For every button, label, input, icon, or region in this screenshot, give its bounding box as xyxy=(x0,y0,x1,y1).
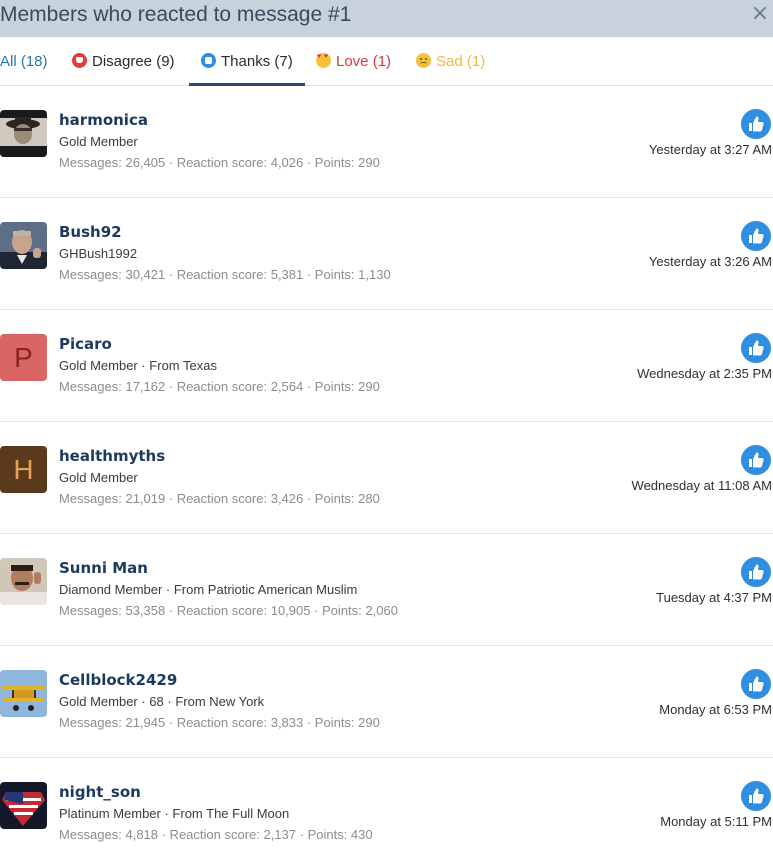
user-stats: Messages: 17,162 · Reaction score: 2,564… xyxy=(59,379,380,394)
tab-thanks-label: Thanks (7) xyxy=(221,53,293,70)
user-stats: Messages: 21,019 · Reaction score: 3,426… xyxy=(59,491,380,506)
thumbs-up-icon xyxy=(741,669,771,699)
user-stats: Messages: 53,358 · Reaction score: 10,90… xyxy=(59,603,398,618)
avatar[interactable] xyxy=(0,670,47,717)
thumbs-up-icon xyxy=(741,221,771,251)
username[interactable]: night_son xyxy=(59,782,141,802)
list-item: Cellblock2429 Gold Member · 68 · From Ne… xyxy=(0,646,773,758)
reaction-tabs: All (18) Disagree (9) Thanks (7) Love (1… xyxy=(0,37,773,86)
member-list: harmonica Gold Member Messages: 26,405 ·… xyxy=(0,86,773,850)
thumbs-up-icon xyxy=(741,109,771,139)
avatar[interactable] xyxy=(0,782,47,829)
reaction-time: Yesterday at 3:26 AM xyxy=(648,254,772,269)
tab-sad-label: Sad (1) xyxy=(436,53,486,70)
user-stats: Messages: 21,945 · Reaction score: 3,833… xyxy=(59,715,380,730)
user-title: Diamond Member · From Patriotic American… xyxy=(59,582,358,597)
user-stats: Messages: 26,405 · Reaction score: 4,026… xyxy=(59,155,380,170)
dialog-title: Members who reacted to message #1 xyxy=(0,3,352,26)
list-item: P Picaro Gold Member · From Texas Messag… xyxy=(0,310,773,422)
tab-disagree-label: Disagree (9) xyxy=(92,53,175,70)
avatar-photo-cowboy-icon xyxy=(0,110,47,157)
reaction-time: Wednesday at 2:35 PM xyxy=(637,366,772,381)
avatar-photo-portrait-icon xyxy=(0,222,47,269)
user-title: Gold Member xyxy=(59,470,138,485)
thanks-icon xyxy=(201,53,216,68)
avatar[interactable]: P xyxy=(0,334,47,381)
avatar[interactable] xyxy=(0,110,47,157)
username[interactable]: Bush92 xyxy=(59,222,122,242)
avatar-letter: P xyxy=(14,342,33,373)
tab-love-label: Love (1) xyxy=(336,53,392,70)
list-item: Bush92 GHBush1992 Messages: 30,421 · Rea… xyxy=(0,198,773,310)
tab-love[interactable]: Love (1) xyxy=(316,37,391,86)
reaction-time: Monday at 5:11 PM xyxy=(660,814,772,829)
avatar[interactable] xyxy=(0,222,47,269)
avatar-photo-man-icon xyxy=(0,558,47,605)
user-title: Gold Member xyxy=(59,134,138,149)
username[interactable]: Picaro xyxy=(59,334,112,354)
list-item: H healthmyths Gold Member Messages: 21,0… xyxy=(0,422,773,534)
avatar-letter: H xyxy=(13,454,34,485)
reaction-time: Monday at 6:53 PM xyxy=(659,702,772,717)
user-stats: Messages: 4,818 · Reaction score: 2,137 … xyxy=(59,827,373,842)
username[interactable]: Cellblock2429 xyxy=(59,670,177,690)
username[interactable]: Sunni Man xyxy=(59,558,148,578)
avatar-flag-emblem-icon xyxy=(0,782,47,829)
username[interactable]: harmonica xyxy=(59,110,148,130)
tab-all[interactable]: All (18) xyxy=(0,37,48,86)
avatar[interactable] xyxy=(0,558,47,605)
reaction-time: Yesterday at 3:27 AM xyxy=(648,142,772,157)
user-title: GHBush1992 xyxy=(59,246,138,261)
tab-all-label: All (18) xyxy=(0,53,48,70)
reaction-time: Tuesday at 4:37 PM xyxy=(656,590,772,605)
list-item: harmonica Gold Member Messages: 26,405 ·… xyxy=(0,86,773,198)
reaction-time: Wednesday at 11:08 AM xyxy=(631,478,772,493)
list-item: night_son Platinum Member · From The Ful… xyxy=(0,758,773,850)
user-title: Gold Member · From Texas xyxy=(59,358,217,373)
tab-sad[interactable]: Sad (1) xyxy=(416,37,485,86)
close-icon[interactable]: × xyxy=(749,1,771,27)
avatar-photo-biplane-icon xyxy=(0,670,47,717)
disagree-icon xyxy=(72,53,87,68)
thumbs-up-icon xyxy=(741,557,771,587)
avatar[interactable]: H xyxy=(0,446,47,493)
list-item: Sunni Man Diamond Member · From Patrioti… xyxy=(0,534,773,646)
user-stats: Messages: 30,421 · Reaction score: 5,381… xyxy=(59,267,391,282)
thumbs-up-icon xyxy=(741,333,771,363)
dialog-header: Members who reacted to message #1 × xyxy=(0,0,773,37)
love-icon xyxy=(316,52,331,68)
username[interactable]: healthmyths xyxy=(59,446,165,466)
user-title: Gold Member · 68 · From New York xyxy=(59,694,265,709)
thumbs-up-icon xyxy=(741,781,771,811)
tab-thanks[interactable]: Thanks (7) xyxy=(189,37,305,86)
user-title: Platinum Member · From The Full Moon xyxy=(59,806,290,821)
sad-icon xyxy=(416,53,431,68)
tab-disagree[interactable]: Disagree (9) xyxy=(72,37,175,86)
thumbs-up-icon xyxy=(741,445,771,475)
